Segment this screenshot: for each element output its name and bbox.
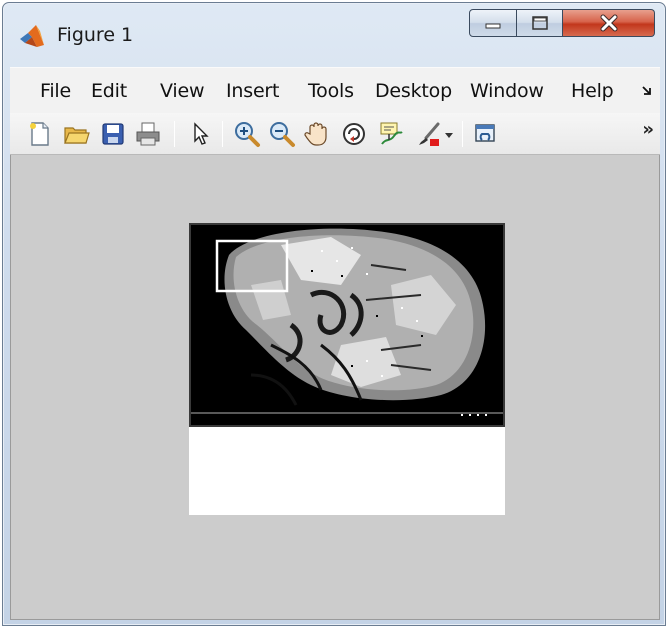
zoom-out-icon[interactable] [268,120,296,148]
pan-hand-icon[interactable] [302,120,330,148]
menu-desktop[interactable]: Desktop [375,80,463,102]
maximize-button[interactable] [517,9,563,37]
minimize-icon [485,23,501,29]
skull-vessel-image [191,225,503,425]
close-icon [600,14,617,32]
toolbar-separator [174,121,175,147]
toolbar-separator [462,121,463,147]
window-title: Figure 1 [57,24,134,46]
menu-insert[interactable]: Insert [226,80,279,102]
toolbar-overflow-button[interactable]: » [642,119,654,140]
brush-dropdown-icon[interactable] [442,120,456,148]
title-bar[interactable]: Figure 1 [3,3,665,59]
edit-plot-arrow-icon[interactable] [186,120,214,148]
close-button[interactable] [563,9,655,37]
new-figure-icon[interactable] [26,120,54,148]
zoom-in-icon[interactable] [233,120,261,148]
menu-help[interactable]: Help [571,80,614,102]
minimize-button[interactable] [469,9,517,37]
menu-file[interactable]: File [40,80,71,102]
toolbar-separator [222,121,223,147]
open-file-icon[interactable] [62,120,90,148]
figure-toolbar: » [10,113,660,155]
menu-window[interactable]: Window [470,80,544,102]
maximize-icon [531,16,548,30]
data-cursor-icon[interactable] [376,120,404,148]
brush-icon[interactable] [414,120,442,148]
chevron-more-icon[interactable] [640,84,654,98]
menu-bar: File Edit View Insert Tools Desktop Wind… [10,67,660,113]
menu-view[interactable]: View [160,80,204,102]
skull-image[interactable] [189,223,505,427]
figure-window: Figure 1 File Edit View Insert Tools Des… [2,2,666,626]
axes-region [189,223,505,515]
rotate-3d-icon[interactable] [340,120,368,148]
window-controls [469,9,655,39]
figure-canvas [10,155,660,620]
print-icon[interactable] [134,120,162,148]
menu-edit[interactable]: Edit [91,80,127,102]
menu-tools[interactable]: Tools [308,80,354,102]
save-icon[interactable] [99,120,127,148]
matlab-logo-icon [20,25,44,47]
link-plot-icon[interactable] [472,120,500,148]
